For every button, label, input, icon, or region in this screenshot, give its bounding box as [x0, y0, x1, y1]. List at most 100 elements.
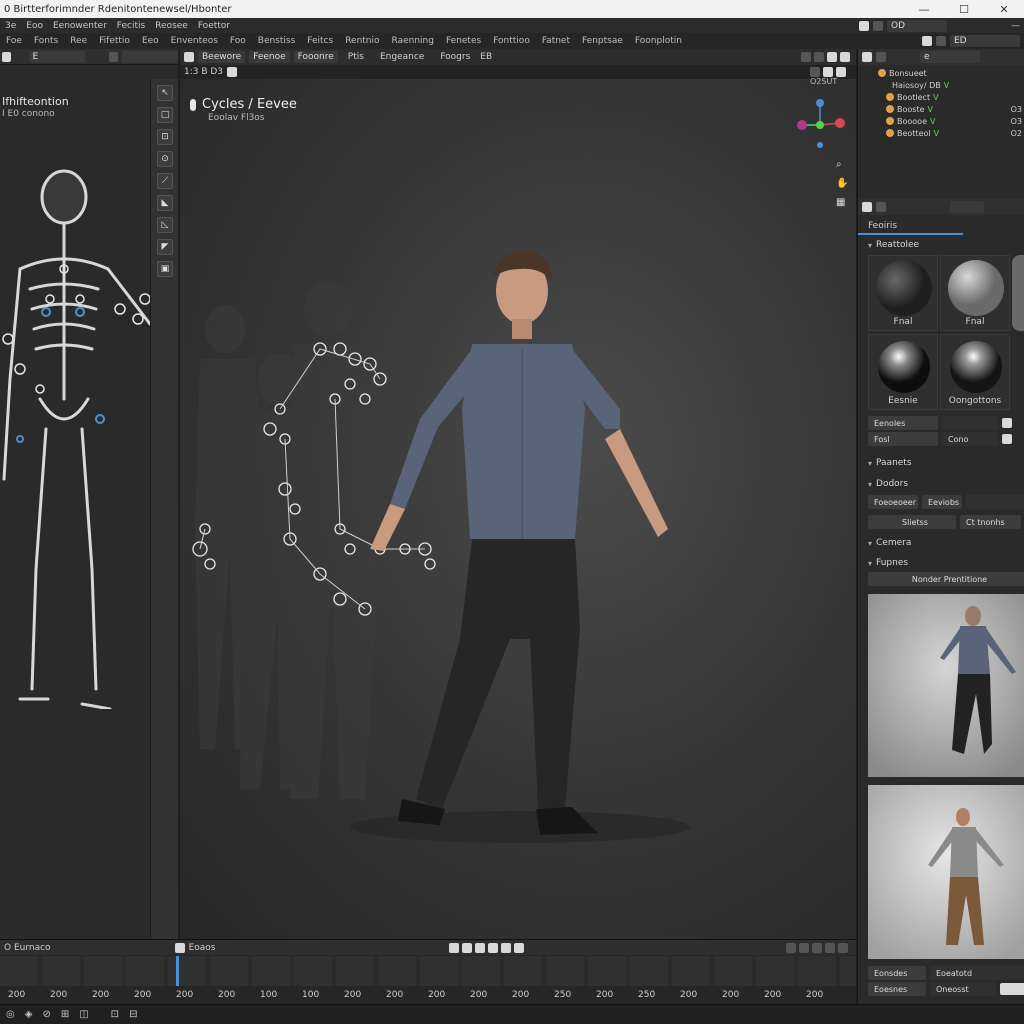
workspace-tab[interactable]: Fonttioo	[487, 36, 536, 46]
outliner-row[interactable]: Beotteol V O2	[878, 127, 1024, 139]
outliner-row[interactable]: Booooe V O3	[878, 115, 1024, 127]
rotate-tool-icon[interactable]: ◣	[157, 195, 173, 211]
play-reverse-icon[interactable]	[475, 942, 486, 953]
shading-wire-icon[interactable]	[801, 52, 811, 62]
timeline-mode-label[interactable]: O Eurnaco	[4, 943, 51, 953]
menu-item[interactable]: Eoo	[21, 21, 48, 31]
property-field[interactable]	[942, 416, 998, 430]
workspace-tab[interactable]: Fifettio	[93, 36, 136, 46]
outliner-type-icon[interactable]	[862, 52, 872, 62]
properties-tab[interactable]: Feoiris	[858, 217, 963, 235]
maximize-button[interactable]: ☐	[944, 3, 984, 16]
render-preview-button[interactable]: Nonder Prentitione	[868, 572, 1024, 586]
character-scene[interactable]	[180, 109, 856, 869]
menu-item[interactable]: Foettor	[193, 21, 235, 31]
shading-solid-icon[interactable]	[814, 52, 824, 62]
menu-item[interactable]: Reosee	[150, 21, 193, 31]
workspace-tab[interactable]: Feitcs	[301, 36, 339, 46]
sync-icon[interactable]	[812, 942, 822, 953]
viewport-tab[interactable]: Beewore	[198, 51, 246, 63]
overlay-icon[interactable]	[810, 67, 820, 77]
menu-item[interactable]: 3e	[0, 21, 21, 31]
filter-icon[interactable]	[108, 51, 118, 62]
keying-icon[interactable]	[786, 942, 796, 953]
material-slot[interactable]: Oongottons	[940, 334, 1010, 410]
outliner-row[interactable]: Haiosoy/ DB V	[878, 79, 1024, 91]
editor-type-icon[interactable]	[2, 51, 12, 62]
workspace-tab[interactable]: Foonplotin	[629, 36, 688, 46]
jump-end-icon[interactable]	[514, 942, 525, 953]
workspace-tab[interactable]: Fatnet	[536, 36, 576, 46]
workspace-tab[interactable]: Raenning	[386, 36, 440, 46]
shading-rendered-icon[interactable]	[840, 52, 850, 62]
editor-type-icon[interactable]	[184, 52, 194, 62]
property-color-swatch[interactable]	[1002, 418, 1012, 428]
scene-field[interactable]: OD	[887, 19, 947, 32]
property-color-swatch[interactable]	[1000, 983, 1024, 995]
jump-start-icon[interactable]	[449, 942, 460, 953]
property-field[interactable]: Oneosst	[930, 982, 996, 996]
viewport-tab[interactable]: Foogrs	[434, 52, 476, 62]
view-icon[interactable]	[227, 67, 238, 77]
dodors-section-header[interactable]: Dodors	[858, 476, 1024, 492]
workspace-tab[interactable]: Foo	[224, 36, 252, 46]
select-tool-icon[interactable]: ↖	[157, 85, 173, 101]
option-button[interactable]: Ct tnonhs	[960, 515, 1021, 529]
3d-viewport[interactable]: Beewore Feenoe Fooonre Ptis Engeance Foo…	[180, 49, 856, 939]
properties-type-icon[interactable]	[862, 202, 872, 212]
pin-icon[interactable]	[876, 202, 886, 212]
status-icon[interactable]: ⊘	[42, 1009, 50, 1020]
transform-tool-icon[interactable]: ◤	[157, 239, 173, 255]
material-slot[interactable]: Fnal	[868, 255, 938, 331]
status-icon[interactable]: ◈	[25, 1009, 33, 1020]
option-button[interactable]: Slietss	[868, 515, 956, 529]
status-icon[interactable]: ◎	[6, 1009, 15, 1020]
status-icon[interactable]: ⊞	[61, 1009, 69, 1020]
outliner-search-input[interactable]: e	[920, 51, 980, 63]
play-icon[interactable]	[488, 942, 499, 953]
box-select-icon[interactable]: □	[157, 107, 173, 123]
option-button[interactable]: Eeviobs	[922, 495, 962, 509]
scale-tool-icon[interactable]: ◺	[157, 217, 173, 233]
outliner-row[interactable]: Bootlect V	[878, 91, 1024, 103]
skeleton-search-input[interactable]: E	[28, 50, 85, 63]
material-slot[interactable]: Eesnie	[868, 334, 938, 410]
minimize-button[interactable]: —	[904, 3, 944, 16]
xray-icon[interactable]	[836, 67, 846, 77]
viewport-tab[interactable]: EB	[480, 52, 492, 62]
view-layer-field[interactable]: ED	[950, 35, 1020, 47]
viewport-tab[interactable]: Engeance	[374, 52, 430, 62]
status-icon[interactable]: ⊡	[111, 1009, 119, 1020]
scene-icon[interactable]	[859, 20, 869, 31]
view-layer-icon[interactable]	[873, 20, 883, 31]
minimize-panel-icon[interactable]: —	[1011, 21, 1020, 31]
outliner-row[interactable]: Bonsueet	[878, 67, 1024, 79]
next-key-icon[interactable]	[501, 942, 512, 953]
shading-material-icon[interactable]	[827, 52, 837, 62]
viewport-tab[interactable]: Fooonre	[293, 51, 338, 63]
paanets-section-header[interactable]: Paanets	[858, 455, 1024, 471]
workspace-tab[interactable]: Fonts	[28, 36, 64, 46]
material-slot-partial[interactable]	[1012, 255, 1024, 331]
measure-tool-icon[interactable]: ▣	[157, 261, 173, 277]
annotate-tool-icon[interactable]: ⟋	[157, 173, 173, 189]
display-mode-icon[interactable]	[876, 52, 886, 62]
option-button[interactable]: Foeoeoeer	[868, 495, 918, 509]
timeline-track[interactable]	[0, 956, 856, 986]
filter-icon[interactable]	[838, 942, 848, 953]
workspace-tab[interactable]: Fenptsae	[576, 36, 629, 46]
workspace-tab[interactable]: Foe	[0, 36, 28, 46]
prev-key-icon[interactable]	[462, 942, 473, 953]
close-button[interactable]: ✕	[984, 3, 1024, 16]
workspace-tab[interactable]: Enventeos	[165, 36, 224, 46]
status-icon[interactable]: ⊟	[129, 1009, 137, 1020]
workspace-tab[interactable]: Ree	[64, 36, 93, 46]
property-field[interactable]: Eoeatotd	[930, 966, 1024, 980]
menu-item[interactable]: Fecitis	[112, 21, 150, 31]
cursor-tool-icon[interactable]: ⊡	[157, 129, 173, 145]
keyframe-icon[interactable]	[174, 942, 185, 953]
materials-section-header[interactable]: Reattolee	[858, 237, 1024, 253]
pin-icon[interactable]	[922, 36, 932, 46]
workspace-tab[interactable]: Eeo	[136, 36, 165, 46]
workspace-tab[interactable]: Rentnio	[339, 36, 385, 46]
